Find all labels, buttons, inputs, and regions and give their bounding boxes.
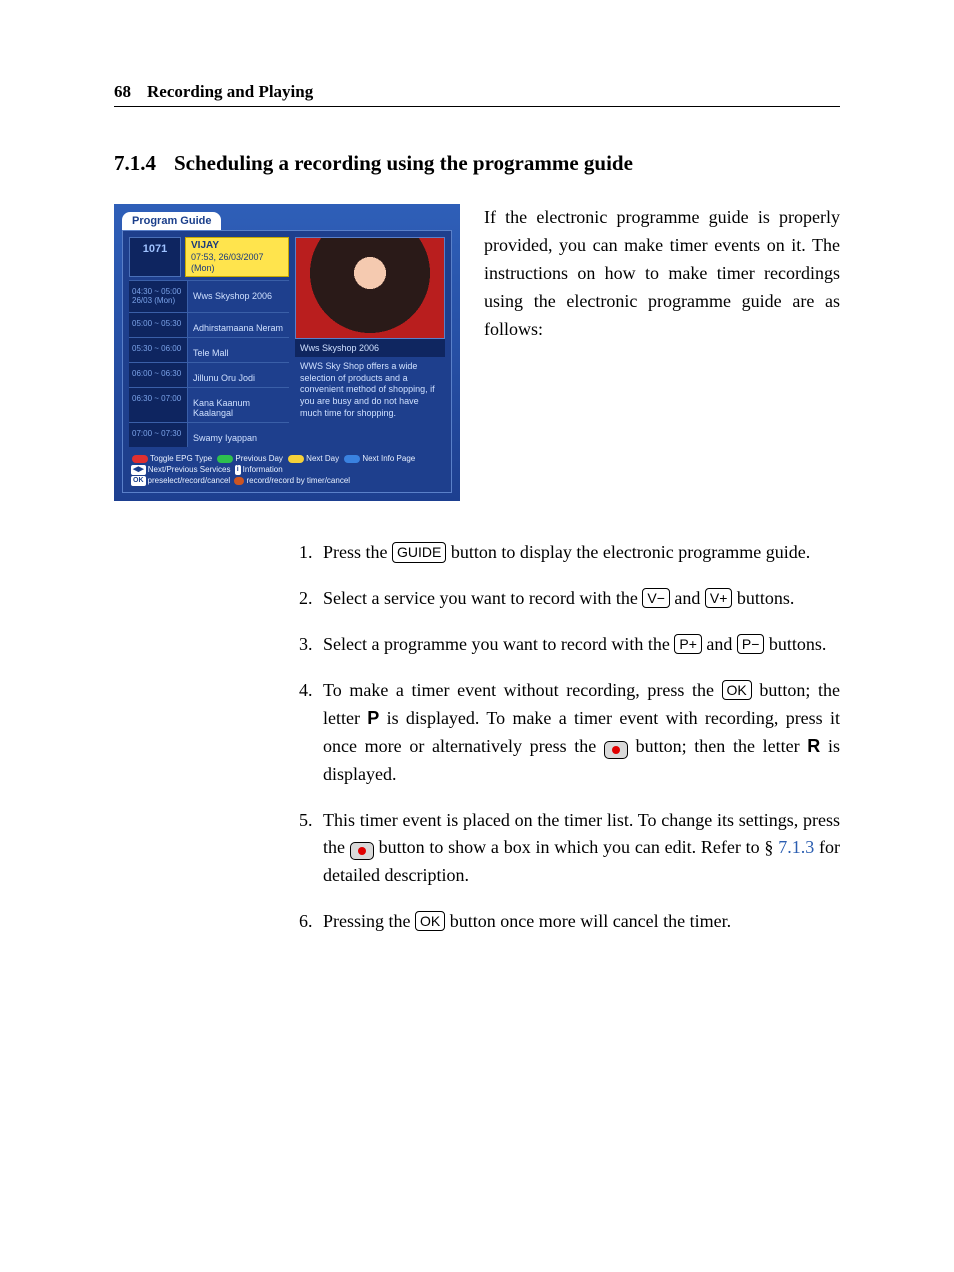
ok-button-icon: OK <box>415 911 445 931</box>
step-3: Select a programme you want to record wi… <box>299 631 840 659</box>
epg-datetime: 07:53, 26/03/2007 (Mon) <box>191 252 283 274</box>
red-pill-icon <box>132 455 148 463</box>
epg-row: 06:30 ~ 07:00 Kana Kaanum Kaalangal <box>129 387 289 422</box>
section-number: 7.1.4 <box>114 151 156 176</box>
epg-row-time: 04:30 ~ 05:0026/03 (Mon) <box>129 281 188 312</box>
p-minus-button-icon: P− <box>737 634 765 654</box>
epg-screenshot: Program Guide 1071 VIJAY 07:53, 26/03/20… <box>114 204 460 501</box>
letter-p: P <box>367 708 379 728</box>
epg-preview-pane: Wws Skyshop 2006 WWS Sky Shop offers a w… <box>295 237 445 447</box>
yellow-pill-icon <box>288 455 304 463</box>
lr-arrows-key-icon: ◀▶ <box>131 465 146 475</box>
running-header: 68 Recording and Playing <box>114 82 840 107</box>
step-6: Pressing the OK button once more will ca… <box>299 908 840 936</box>
v-minus-button-icon: V− <box>642 588 670 608</box>
info-key-icon: i <box>235 465 241 475</box>
epg-row: 04:30 ~ 05:0026/03 (Mon) Wws Skyshop 200… <box>129 280 289 312</box>
intro-row: Program Guide 1071 VIJAY 07:53, 26/03/20… <box>114 204 840 501</box>
epg-preview-title: Wws Skyshop 2006 <box>295 339 445 357</box>
epg-preview-image <box>295 237 445 339</box>
page: 68 Recording and Playing 7.1.4 Schedulin… <box>0 0 954 1272</box>
epg-row-programme: Swamy Iyappan <box>188 423 289 447</box>
epg-row: 05:00 ~ 05:30 Adhirstamaana Neram <box>129 312 289 337</box>
epg-preview-description: WWS Sky Shop offers a wide selection of … <box>295 357 445 447</box>
epg-schedule: 1071 VIJAY 07:53, 26/03/2007 (Mon) 04:30… <box>129 237 289 447</box>
epg-row: 06:00 ~ 06:30 Jillunu Oru Jodi <box>129 362 289 387</box>
epg-row-programme: Wws Skyshop 2006 <box>188 281 289 312</box>
epg-inner: 1071 VIJAY 07:53, 26/03/2007 (Mon) 04:30… <box>122 230 452 493</box>
epg-row-programme: Jillunu Oru Jodi <box>188 363 289 387</box>
epg-row-time: 06:30 ~ 07:00 <box>129 388 188 422</box>
record-dot-icon <box>234 477 244 485</box>
epg-tab-title: Program Guide <box>122 212 221 230</box>
step-5: This timer event is placed on the timer … <box>299 807 840 891</box>
step-4: To make a timer event without recording,… <box>299 677 840 789</box>
epg-row: 07:00 ~ 07:30 Swamy Iyappan <box>129 422 289 447</box>
ok-button-icon: OK <box>722 680 752 700</box>
ok-key-icon: OK <box>131 476 146 486</box>
page-number: 68 <box>114 82 131 102</box>
record-button-icon <box>604 741 628 759</box>
intro-paragraph: If the electronic programme guide is pro… <box>484 204 840 501</box>
step-2: Select a service you want to record with… <box>299 585 840 613</box>
blue-pill-icon <box>344 455 360 463</box>
epg-row-programme: Adhirstamaana Neram <box>188 313 289 337</box>
section-heading: 7.1.4 Scheduling a recording using the p… <box>114 151 840 176</box>
chapter-title: Recording and Playing <box>147 82 313 102</box>
epg-row-time: 05:00 ~ 05:30 <box>129 313 188 337</box>
guide-button-icon: GUIDE <box>392 542 446 562</box>
v-plus-button-icon: V+ <box>705 588 733 608</box>
letter-r: R <box>807 736 820 756</box>
epg-row-time: 05:30 ~ 06:00 <box>129 338 188 362</box>
step-1: Press the GUIDE button to display the el… <box>299 539 840 567</box>
epg-row: 05:30 ~ 06:00 Tele Mall <box>129 337 289 362</box>
epg-channel-info: VIJAY 07:53, 26/03/2007 (Mon) <box>185 237 289 277</box>
instruction-list: Press the GUIDE button to display the el… <box>299 539 840 936</box>
record-button-icon <box>350 842 374 860</box>
green-pill-icon <box>217 455 233 463</box>
cross-reference-link[interactable]: 7.1.3 <box>778 837 814 857</box>
p-plus-button-icon: P+ <box>674 634 702 654</box>
epg-row-time: 06:00 ~ 06:30 <box>129 363 188 387</box>
epg-channel-number: 1071 <box>129 237 181 277</box>
section-title: Scheduling a recording using the program… <box>174 151 633 176</box>
epg-legend: Toggle EPG Type Previous Day Next Day Ne… <box>129 453 445 487</box>
epg-row-programme: Tele Mall <box>188 338 289 362</box>
epg-channel-name: VIJAY <box>191 240 283 252</box>
epg-row-time: 07:00 ~ 07:30 <box>129 423 188 447</box>
epg-row-programme: Kana Kaanum Kaalangal <box>188 388 289 422</box>
